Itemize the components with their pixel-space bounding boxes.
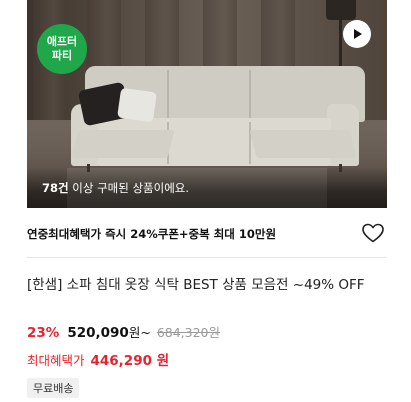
discount-rate: 23% <box>27 325 60 341</box>
badge-line2: 파티 <box>51 49 73 62</box>
original-price: 684,320원 <box>156 325 221 340</box>
wishlist-button[interactable] <box>361 221 385 245</box>
play-icon <box>354 29 362 39</box>
video-play-button[interactable] <box>343 20 371 48</box>
pillow-light <box>117 87 157 123</box>
purchase-suffix: 이상 구매된 상품이에요. <box>68 181 190 195</box>
purchase-count-text: 78건 이상 구매된 상품이에요. <box>42 180 189 196</box>
benefit-text: 연중최대혜택가 즉시 24%쿠폰+중복 최대 10만원 <box>27 227 277 241</box>
after-party-badge: 애프터 파티 <box>37 24 87 74</box>
heart-icon <box>362 223 384 243</box>
max-benefit-row: 최대혜택가 446,290 원 <box>27 349 169 369</box>
max-benefit-price: 446,290 원 <box>90 353 170 369</box>
purchase-count: 78건 <box>42 181 69 195</box>
product-title[interactable]: [한샘] 소파 침대 옷장 식탁 BEST 상품 모음전 ~49% OFF <box>27 274 387 296</box>
sale-price: 520,090 <box>67 325 129 341</box>
free-shipping-tag: 무료배송 <box>27 378 80 398</box>
price-row: 23% 520,090원~ 684,320원 <box>27 322 220 341</box>
price-unit: 원~ <box>128 325 151 340</box>
badge-line1: 애프터 <box>46 35 78 48</box>
max-benefit-label: 최대혜택가 <box>27 353 85 368</box>
